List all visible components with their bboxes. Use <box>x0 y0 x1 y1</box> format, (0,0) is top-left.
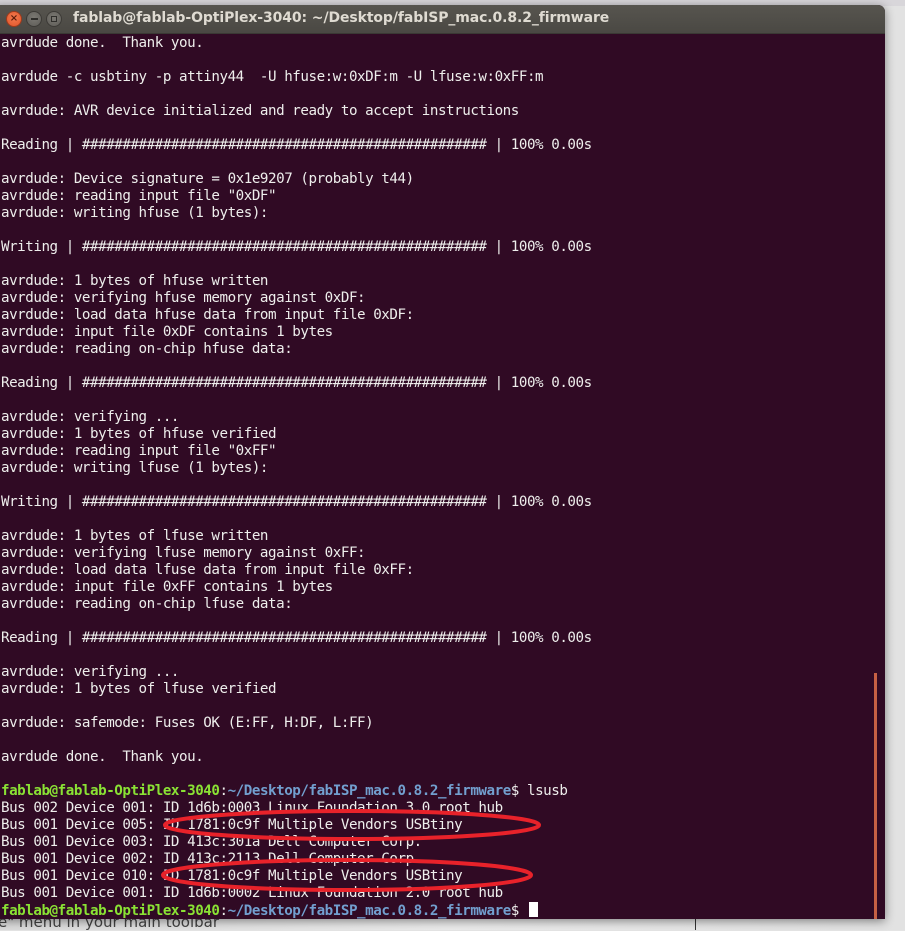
output-line <box>1 698 592 715</box>
terminal-window: × fablab@fablab-OptiPlex-3040: ~/Desktop… <box>0 5 885 919</box>
lsusb-line: Bus 002 Device 001: ID 1d6b:0003 Linux F… <box>1 800 503 816</box>
output-line <box>1 358 592 375</box>
output-line: avrdude done. Thank you. <box>1 35 204 51</box>
output-line <box>1 86 592 103</box>
output-line: Writing | ##############################… <box>1 494 592 510</box>
output-line: avrdude: reading input file "0xDF" <box>1 188 277 204</box>
prompt-user-host: fablab@fablab-OptiPlex-3040 <box>1 783 220 799</box>
output-line: avrdude done. Thank you. <box>1 749 204 765</box>
output-line <box>1 766 592 783</box>
output-line: avrdude: input file 0xFF contains 1 byte… <box>1 579 333 595</box>
output-line: avrdude: reading input file "0xFF" <box>1 443 277 459</box>
prompt-separator: : <box>219 783 228 799</box>
lsusb-line: Bus 001 Device 005: ID 1781:0c9f Multipl… <box>1 817 463 833</box>
active-prompt-line: fablab@fablab-OptiPlex-3040:~/Desktop/fa… <box>1 902 592 919</box>
command-input[interactable] <box>519 903 527 919</box>
output-line: avrdude: load data hfuse data from input… <box>1 307 414 323</box>
output-line: Reading | ##############################… <box>1 375 592 391</box>
output-line <box>1 120 592 137</box>
output-line <box>1 256 592 273</box>
prompt-dollar: $ <box>510 783 520 799</box>
output-line <box>1 477 592 494</box>
terminal-output[interactable]: avrdude done. Thank you. avrdude -c usbti… <box>0 34 877 919</box>
output-line: avrdude: AVR device initialized and read… <box>1 103 519 119</box>
output-line <box>1 52 592 69</box>
close-button[interactable]: × <box>6 11 22 27</box>
output-line <box>1 732 592 749</box>
output-line: avrdude: 1 bytes of lfuse verified <box>1 681 277 697</box>
output-line: avrdude: writing lfuse (1 bytes): <box>1 460 269 476</box>
output-line <box>1 511 592 528</box>
output-line <box>1 647 592 664</box>
output-line: avrdude: reading on-chip hfuse data: <box>1 341 293 357</box>
lsusb-line: Bus 001 Device 002: ID 413c:2113 Dell Co… <box>1 851 422 867</box>
prompt-path: ~/Desktop/fabISP_mac.0.8.2_firmware <box>227 903 512 919</box>
minimize-button[interactable] <box>26 11 42 27</box>
output-line: avrdude -c usbtiny -p attiny44 -U hfuse:… <box>1 69 544 85</box>
maximize-icon <box>51 16 57 22</box>
lsusb-line: Bus 001 Device 001: ID 1d6b:0002 Linux F… <box>1 885 503 901</box>
prompt-dollar: $ <box>510 903 520 919</box>
output-line: Writing | ##############################… <box>1 239 592 255</box>
output-line: avrdude: verifying ... <box>1 409 180 425</box>
scrollbar[interactable] <box>873 34 877 919</box>
output-line: avrdude: verifying lfuse memory against … <box>1 545 366 561</box>
minimize-icon <box>30 18 38 20</box>
output-line <box>1 392 592 409</box>
output-line: avrdude: Device signature = 0x1e9207 (pr… <box>1 171 414 187</box>
output-line <box>1 154 592 171</box>
output-line: avrdude: verifying hfuse memory against … <box>1 290 366 306</box>
output-line: Reading | ##############################… <box>1 630 592 646</box>
title-bar[interactable]: × fablab@fablab-OptiPlex-3040: ~/Desktop… <box>0 5 885 34</box>
output-line: avrdude: verifying ... <box>1 664 180 680</box>
prompt-line: fablab@fablab-OptiPlex-3040:~/Desktop/fa… <box>1 783 592 800</box>
prompt-separator: : <box>219 903 228 919</box>
output-line <box>1 613 592 630</box>
output-line: avrdude: load data lfuse data from input… <box>1 562 414 578</box>
lsusb-line: Bus 001 Device 010: ID 1781:0c9f Multipl… <box>1 868 463 884</box>
output-line: Reading | ##############################… <box>1 137 592 153</box>
prompt-user-host: fablab@fablab-OptiPlex-3040 <box>1 903 220 919</box>
prompt-path: ~/Desktop/fabISP_mac.0.8.2_firmware <box>227 783 512 799</box>
output-line: avrdude: 1 bytes of hfuse written <box>1 273 269 289</box>
output-line: avrdude: writing hfuse (1 bytes): <box>1 205 269 221</box>
scrollbar-thumb[interactable] <box>874 673 877 919</box>
output-line <box>1 222 592 239</box>
terminal-lines: avrdude done. Thank you. avrdude -c usbti… <box>1 35 592 919</box>
output-line: avrdude: safemode: Fuses OK (E:FF, H:DF,… <box>1 715 374 731</box>
text-cursor <box>528 902 538 917</box>
output-line: avrdude: 1 bytes of hfuse verified <box>1 426 277 442</box>
maximize-button[interactable] <box>46 11 62 27</box>
lsusb-line: Bus 001 Device 003: ID 413c:301a Dell Co… <box>1 834 422 850</box>
output-line: avrdude: reading on-chip lfuse data: <box>1 596 293 612</box>
output-line: avrdude: input file 0xDF contains 1 byte… <box>1 324 333 340</box>
window-title: fablab@fablab-OptiPlex-3040: ~/Desktop/f… <box>73 10 610 26</box>
command-text: lsusb <box>518 783 568 799</box>
close-icon: × <box>9 13 19 24</box>
output-line: avrdude: 1 bytes of lfuse written <box>1 528 269 544</box>
